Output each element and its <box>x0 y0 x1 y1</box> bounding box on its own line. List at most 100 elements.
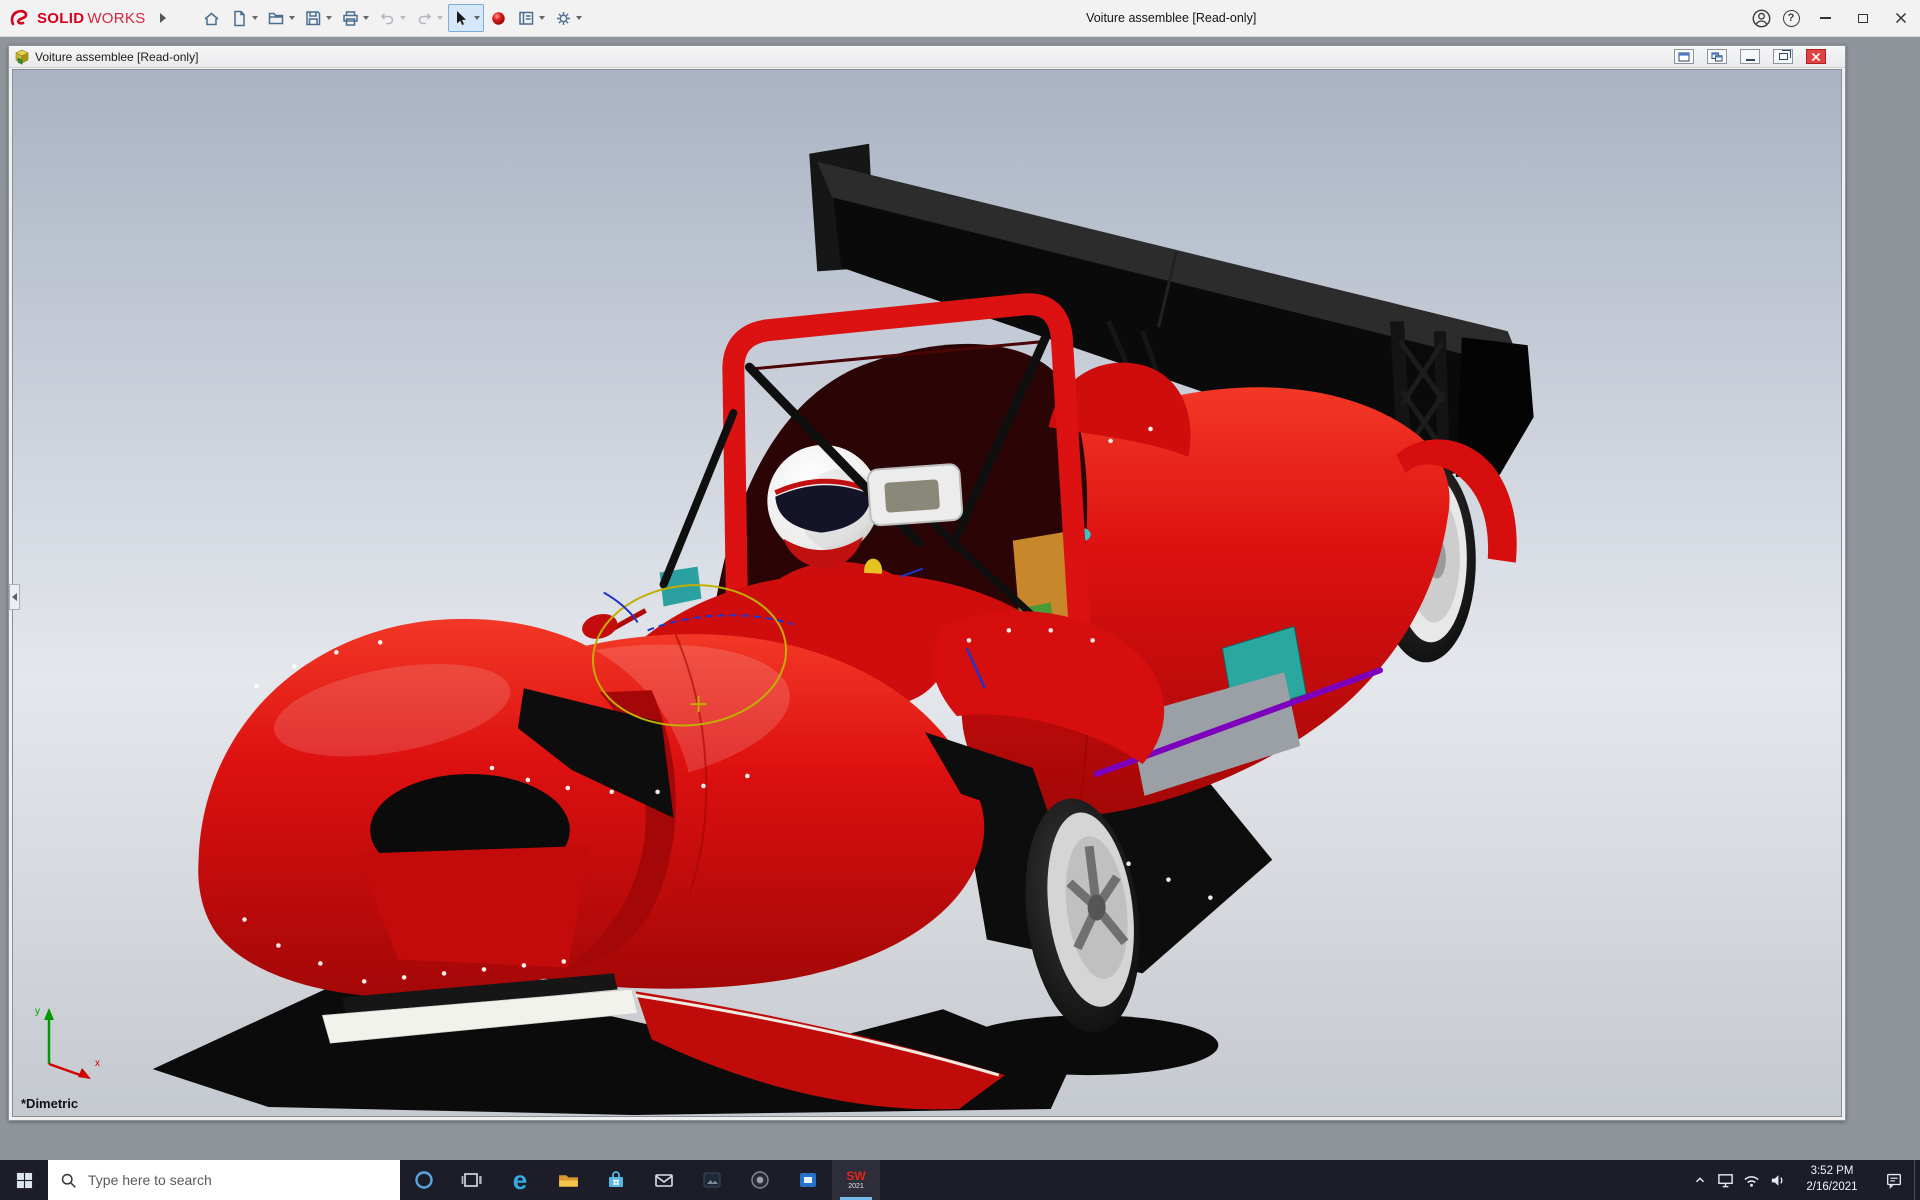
speaker-icon <box>1769 1172 1786 1189</box>
document-title-bar[interactable]: Voiture assemblee [Read-only] <box>9 46 1845 68</box>
doc-minimize-button[interactable] <box>1740 49 1760 64</box>
undo-button[interactable] <box>374 4 410 32</box>
dark-app-icon <box>701 1169 723 1191</box>
red-sphere-icon <box>489 9 508 28</box>
collapse-left-icon <box>12 593 17 601</box>
store-button[interactable] <box>592 1160 640 1200</box>
help-button[interactable]: ? <box>1776 3 1806 33</box>
brand-flyout-arrow-icon[interactable] <box>160 13 166 23</box>
print-icon <box>341 9 360 28</box>
dark-app-button[interactable] <box>688 1160 736 1200</box>
doc-tile-windows-button[interactable] <box>1707 49 1727 64</box>
wifi-icon <box>1743 1172 1760 1189</box>
mail-button[interactable] <box>640 1160 688 1200</box>
window-icon <box>1678 52 1690 62</box>
dropdown-caret-icon[interactable] <box>539 16 545 20</box>
start-button[interactable] <box>0 1160 48 1200</box>
open-folder-icon <box>267 9 286 28</box>
print-button[interactable] <box>337 4 373 32</box>
minimize-button[interactable] <box>1806 0 1844 36</box>
taskbar-search[interactable] <box>48 1160 400 1200</box>
cortana-button[interactable] <box>400 1160 448 1200</box>
close-button[interactable] <box>1882 0 1920 36</box>
select-tool-button[interactable] <box>448 4 484 32</box>
photos-app-icon <box>797 1169 819 1191</box>
screen: SOLIDWORKS <box>0 0 1920 1200</box>
task-pane-icon <box>517 9 536 28</box>
redo-button[interactable] <box>411 4 447 32</box>
doc-restore-button[interactable] <box>1773 49 1793 64</box>
redo-icon <box>415 9 434 28</box>
reference-triad-icon: y x <box>27 1000 117 1086</box>
open-button[interactable] <box>263 4 299 32</box>
dropdown-caret-icon[interactable] <box>576 16 582 20</box>
camera-app-icon <box>749 1169 771 1191</box>
graphics-area[interactable]: y x *Dimetric <box>12 69 1842 1117</box>
cortana-icon <box>413 1169 435 1191</box>
document-window: Voiture assemblee [Read-only] <box>8 45 1846 1121</box>
file-explorer-icon <box>557 1169 580 1192</box>
appearance-button[interactable] <box>485 4 512 32</box>
doc-close-button[interactable] <box>1806 49 1826 64</box>
dropdown-caret-icon[interactable] <box>363 16 369 20</box>
task-view-icon <box>461 1169 483 1191</box>
save-icon <box>304 9 323 28</box>
dropdown-caret-icon[interactable] <box>400 16 406 20</box>
doc-new-window-button[interactable] <box>1674 49 1694 64</box>
photos-app-button[interactable] <box>784 1160 832 1200</box>
task-pane-button[interactable] <box>513 4 549 32</box>
dropdown-caret-icon[interactable] <box>289 16 295 20</box>
action-center-icon <box>1885 1171 1903 1189</box>
dropdown-caret-icon[interactable] <box>474 16 480 20</box>
taskbar-clock[interactable]: 3:52 PM 2/16/2021 <box>1790 1164 1874 1195</box>
tray-overflow-button[interactable] <box>1688 1160 1712 1200</box>
solidworks-taskbar-button[interactable]: SW 2021 <box>832 1160 880 1200</box>
minimize-icon <box>1746 59 1755 61</box>
svg-text:x: x <box>95 1058 100 1069</box>
action-center-button[interactable] <box>1874 1160 1914 1200</box>
close-icon <box>1895 12 1907 24</box>
edge-button[interactable]: e <box>496 1160 544 1200</box>
clock-time: 3:52 PM <box>1811 1164 1854 1180</box>
tray-network-button[interactable] <box>1738 1160 1764 1200</box>
file-explorer-button[interactable] <box>544 1160 592 1200</box>
app-title-bar[interactable]: SOLIDWORKS <box>0 0 1920 37</box>
home-button[interactable] <box>198 4 225 32</box>
solidworks-logo: SOLIDWORKS <box>10 8 146 28</box>
tray-volume-button[interactable] <box>1764 1160 1790 1200</box>
close-icon <box>1811 52 1821 62</box>
feature-tree-collapse-tab[interactable] <box>9 584 20 610</box>
minimize-icon <box>1820 17 1831 19</box>
restore-icon <box>1779 53 1788 60</box>
quick-toolbar <box>198 4 586 32</box>
dropdown-caret-icon[interactable] <box>437 16 443 20</box>
save-button[interactable] <box>300 4 336 32</box>
app-window-title: Voiture assemblee [Read-only] <box>1086 11 1256 25</box>
tray-display-button[interactable] <box>1712 1160 1738 1200</box>
account-icon <box>1751 8 1772 29</box>
show-desktop-button[interactable] <box>1914 1160 1920 1200</box>
account-button[interactable] <box>1746 3 1776 33</box>
monitor-icon <box>1717 1172 1734 1189</box>
car-3d-model <box>13 70 1841 1116</box>
search-input[interactable] <box>86 1171 346 1189</box>
clock-date: 2/16/2021 <box>1806 1180 1857 1196</box>
task-view-button[interactable] <box>448 1160 496 1200</box>
app-caption-controls: ? <box>1746 0 1920 36</box>
dropdown-caret-icon[interactable] <box>252 16 258 20</box>
options-button[interactable] <box>550 4 586 32</box>
help-icon: ? <box>1783 10 1800 27</box>
race-car-render <box>13 70 1841 1116</box>
maximize-icon <box>1858 14 1868 23</box>
assembly-document-icon <box>14 49 30 65</box>
new-document-button[interactable] <box>226 4 262 32</box>
camera-app-button[interactable] <box>736 1160 784 1200</box>
brand-works: WORKS <box>87 10 145 27</box>
brand-solid: SOLID <box>37 10 84 27</box>
solidworks-icon: SW 2021 <box>846 1170 865 1190</box>
tiled-windows-icon <box>1711 52 1723 62</box>
store-icon <box>605 1169 627 1191</box>
dropdown-caret-icon[interactable] <box>326 16 332 20</box>
maximize-button[interactable] <box>1844 0 1882 36</box>
settings-gear-icon <box>554 9 573 28</box>
